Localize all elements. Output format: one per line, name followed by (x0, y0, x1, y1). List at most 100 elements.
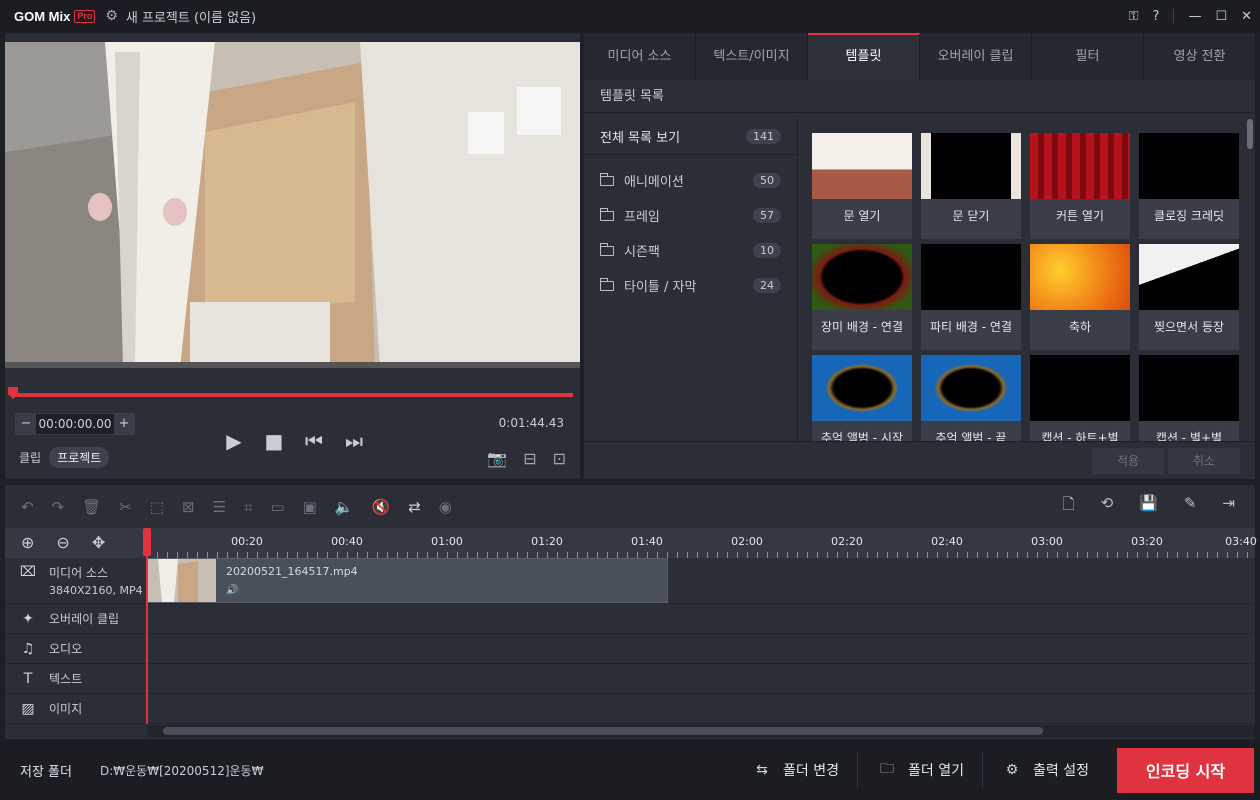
template-card[interactable]: 커튼 열기 (1030, 133, 1130, 239)
export-icon[interactable]: ⇥ (1222, 494, 1235, 519)
encode-start-button[interactable]: 인코딩 시작 (1117, 747, 1254, 793)
tab-text-image[interactable]: 텍스트/이미지 (696, 33, 808, 80)
save-icon[interactable]: 💾 (1139, 494, 1158, 519)
key-icon[interactable]: ⚿ (1129, 9, 1139, 24)
change-folder-button[interactable]: ⇆ 폴더 변경 (733, 752, 857, 788)
preview-eye-icon[interactable]: ◉ (439, 498, 452, 516)
image-insert-icon[interactable]: ▭ (270, 498, 284, 516)
template-thumb (921, 133, 1021, 199)
increment-button[interactable]: + (114, 414, 134, 434)
template-label: 커튼 열기 (1056, 209, 1104, 223)
template-card[interactable]: 캡션 - 하트+별 (1030, 355, 1130, 441)
ruler-tick: 03:20 (1131, 535, 1163, 548)
track-lane-audio[interactable] (147, 634, 1255, 664)
template-card[interactable]: 문 닫기 (921, 133, 1021, 239)
mute-icon[interactable]: 🔇 (372, 498, 391, 516)
new-project-icon[interactable]: 🗋 (1063, 494, 1075, 519)
template-card[interactable]: 찢으면서 등장 (1139, 244, 1239, 350)
help-icon[interactable]: ? (1153, 9, 1160, 24)
prev-frame-icon[interactable]: ⏮ (303, 429, 325, 453)
gear-icon[interactable]: ⚙ (105, 8, 118, 24)
template-card[interactable]: 추억 앨범 - 시작 (812, 355, 912, 441)
stop-icon[interactable]: ■ (263, 429, 285, 453)
save-as-icon[interactable]: ✎ (1184, 494, 1197, 519)
category-item[interactable]: 시즌팩 10 (584, 233, 797, 268)
track-sub: 3840X2160, MP4 (49, 584, 143, 597)
image-icon[interactable]: ▣ (303, 498, 317, 516)
decrement-button[interactable]: − (16, 414, 36, 434)
open-project-icon[interactable]: ⟲ (1101, 494, 1114, 519)
current-time[interactable]: 00:00:00.00 (36, 417, 114, 431)
track-lane-text[interactable] (147, 664, 1255, 694)
template-scrollbar[interactable] (1247, 119, 1253, 441)
scrollbar-thumb[interactable] (1247, 119, 1253, 149)
adjust-icon[interactable]: ☰ (213, 498, 226, 516)
camera-icon[interactable]: 📷 (487, 449, 507, 468)
output-settings-button[interactable]: ⚙ 출력 설정 (982, 752, 1107, 788)
apply-button[interactable]: 적용 (1092, 448, 1164, 474)
template-label: 캡션 - 별+별 (1155, 431, 1223, 441)
video-preview[interactable] (5, 42, 580, 368)
category-item[interactable]: 애니메이션 50 (584, 163, 797, 198)
category-item[interactable]: 프레임 57 (584, 198, 797, 233)
tab-filter[interactable]: 필터 (1032, 33, 1144, 80)
template-thumb (812, 133, 912, 199)
template-card[interactable]: 파티 배경 - 연결 (921, 244, 1021, 350)
track-lane-media[interactable]: 20200521_164517.mp4 🔊 (147, 558, 1255, 604)
timeline-scrollbar[interactable] (147, 725, 1255, 737)
time-stepper[interactable]: − 00:00:00.00 + (15, 413, 135, 435)
time-ruler[interactable]: ⊕ ⊖ ✥ 00:20 00:40 01:00 01:20 01:40 02:0… (5, 528, 1257, 558)
tab-template[interactable]: 템플릿 (808, 33, 920, 80)
replace-icon[interactable]: ⇄ (408, 498, 421, 516)
next-frame-icon[interactable]: ⏭ (343, 429, 365, 453)
template-card[interactable]: 문 열기 (812, 133, 912, 239)
template-label: 장미 배경 - 연결 (820, 320, 903, 334)
scrollbar-thumb[interactable] (163, 727, 1043, 735)
zoom-out-icon[interactable]: ⊖ (56, 533, 69, 552)
template-card[interactable]: 축하 (1030, 244, 1130, 350)
tab-media-source[interactable]: 미디어 소스 (584, 33, 696, 80)
category-item[interactable]: 타이틀 / 자막 24 (584, 268, 797, 303)
template-card[interactable]: 장미 배경 - 연결 (812, 244, 912, 350)
cut-icon[interactable]: ✂ (119, 498, 132, 516)
clip-thumbnail (148, 559, 216, 602)
project-title: 새 프로젝트 (이름 없음) (125, 10, 257, 26)
template-label: 찢으면서 등장 (1153, 320, 1225, 334)
maximize-icon[interactable]: ☐ (1215, 9, 1227, 24)
progress-handle[interactable] (8, 387, 18, 399)
template-card[interactable]: 캡션 - 별+별 (1139, 355, 1239, 441)
track-lane-image[interactable] (147, 694, 1255, 724)
crop-icon[interactable]: ⊡ (553, 449, 566, 468)
film-icon: ⌧ (19, 564, 37, 580)
video-clip[interactable]: 20200521_164517.mp4 🔊 (147, 558, 668, 603)
close-icon[interactable]: ✕ (1241, 9, 1252, 24)
zoom-in-icon[interactable]: ⊕ (21, 533, 34, 552)
move-icon[interactable]: ✥ (92, 533, 105, 552)
minimize-icon[interactable]: — (1188, 9, 1201, 24)
undo-icon[interactable]: ↶ (21, 498, 34, 516)
trim-icon[interactable]: ⊠ (182, 498, 195, 516)
playhead-line[interactable] (146, 528, 148, 724)
mode-clip[interactable]: 클립 (19, 449, 41, 466)
select-icon[interactable]: ⬚ (150, 498, 164, 516)
redo-icon[interactable]: ↷ (52, 498, 65, 516)
delete-icon[interactable]: 🗑 (82, 498, 101, 516)
open-folder-button[interactable]: 🗀 폴더 열기 (857, 752, 982, 788)
template-card[interactable]: 클로징 크레딧 (1139, 133, 1239, 239)
crop-icon[interactable]: ⌗ (244, 498, 252, 516)
template-card[interactable]: 추억 앨범 - 끝 (921, 355, 1021, 441)
track-label-audio: ♫ 오디오 (5, 634, 146, 664)
tab-overlay-clip[interactable]: 오버레이 클립 (920, 33, 1032, 80)
category-all[interactable]: 전체 목록 보기 141 (584, 119, 797, 155)
settings-icon: ⚙ (1005, 762, 1019, 778)
track-lane-overlay[interactable] (147, 604, 1255, 634)
tab-transition[interactable]: 영상 전환 (1144, 33, 1255, 80)
category-all-count: 141 (746, 129, 781, 144)
split-icon[interactable]: ⊟ (523, 449, 536, 468)
playhead-handle[interactable] (143, 528, 151, 556)
play-icon[interactable]: ▶ (223, 429, 245, 453)
progress-bar[interactable] (13, 393, 573, 397)
mode-project[interactable]: 프로젝트 (49, 447, 110, 468)
cancel-button[interactable]: 취소 (1168, 448, 1240, 474)
volume-icon[interactable]: 🔈 (335, 498, 354, 516)
